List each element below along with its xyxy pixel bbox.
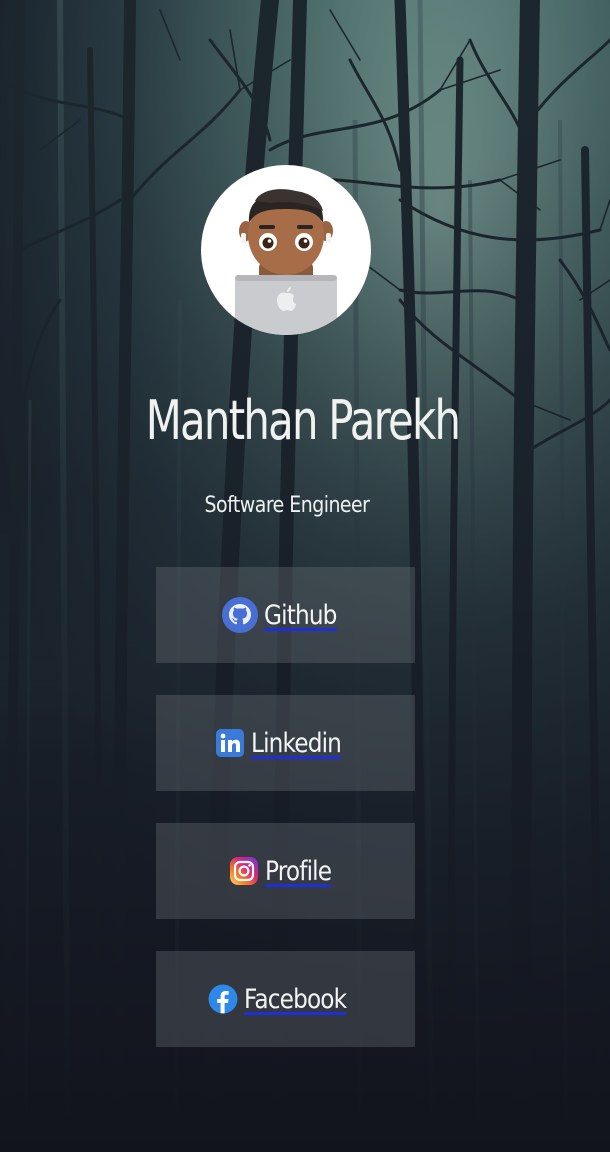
avatar xyxy=(201,165,371,335)
profile-page: Manthan Parekh Software Engineer Github xyxy=(0,0,610,1152)
facebook-link-content: Facebook xyxy=(208,984,363,1015)
github-icon xyxy=(222,597,259,633)
facebook-link[interactable]: Facebook xyxy=(244,984,347,1015)
memoji-laptop-image xyxy=(235,189,337,335)
instagram-icon xyxy=(230,857,259,885)
facebook-icon xyxy=(208,984,238,1014)
linkedin-link-card[interactable]: Linkedin xyxy=(156,695,415,791)
instagram-link-card[interactable]: Profile xyxy=(156,823,415,919)
github-link[interactable]: Github xyxy=(264,600,337,631)
linkedin-link-content: Linkedin xyxy=(215,728,356,759)
linkedin-link[interactable]: Linkedin xyxy=(251,728,342,759)
facebook-link-card[interactable]: Facebook xyxy=(156,951,415,1047)
instagram-profile-link[interactable]: Profile xyxy=(265,856,332,887)
github-link-card[interactable]: Github xyxy=(156,567,415,663)
profile-title: Software Engineer xyxy=(204,493,370,518)
linkedin-icon xyxy=(216,729,245,757)
profile-name: Manthan Parekh xyxy=(145,389,461,452)
github-link-content: Github xyxy=(222,597,348,633)
instagram-link-content: Profile xyxy=(229,856,342,887)
links-list: Github Linkedin Profile Facebook xyxy=(156,567,415,1079)
